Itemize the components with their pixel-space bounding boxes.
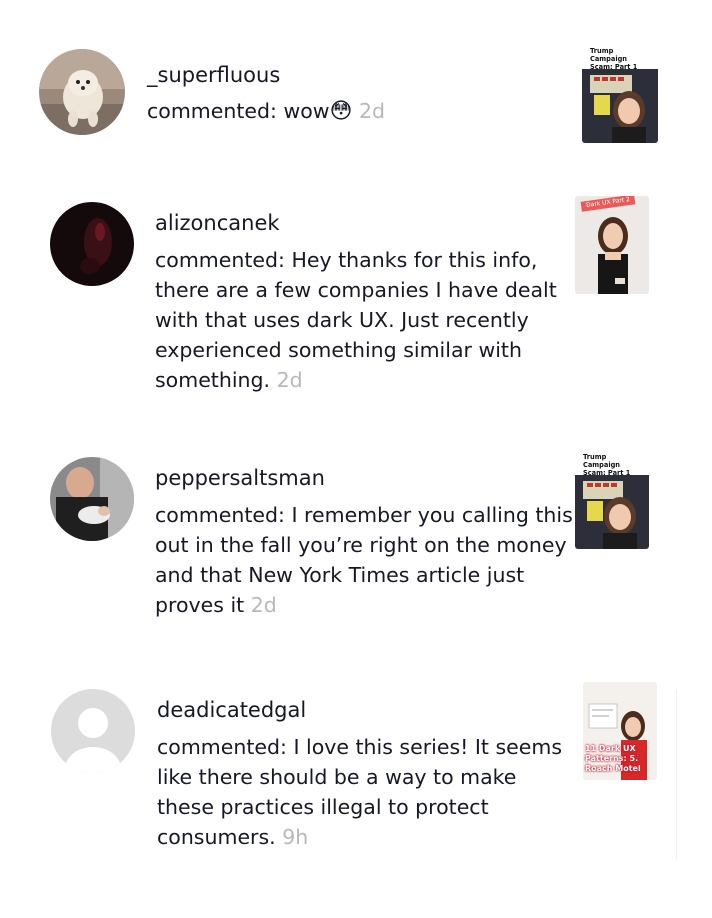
video-thumbnail[interactable]: Trump Campaign Scam: Part 1 — [575, 451, 649, 549]
comment-username[interactable]: peppersaltsman — [155, 465, 575, 491]
comment-body: wow — [283, 99, 330, 123]
comment-text: commented: I love this series! It seems … — [157, 732, 577, 852]
man-with-baby-avatar-icon — [50, 457, 134, 541]
default-user-avatar-icon — [51, 689, 135, 773]
avatar[interactable] — [50, 457, 134, 541]
comment-timestamp: 2d — [250, 593, 277, 617]
comment-timestamp: 9h — [282, 825, 309, 849]
comment-text: commented: Hey thanks for this info, the… — [155, 245, 575, 395]
thumbnail-caption: Trump Campaign Scam: Part 1 — [590, 47, 638, 71]
avatar[interactable] — [50, 202, 134, 286]
thumbnail-caption: Trump Campaign Scam: Part 1 — [583, 453, 631, 477]
comment-timestamp: 2d — [276, 368, 303, 392]
avatar[interactable] — [39, 49, 125, 135]
comment-username[interactable]: deadicatedgal — [157, 697, 577, 723]
comment-text: commented: wow😳 2d — [147, 96, 567, 127]
comment-prefix: commented: — [147, 99, 284, 123]
comment-prefix: commented: — [155, 503, 292, 527]
comment-username[interactable]: _superfluous — [147, 62, 567, 88]
comment-prefix: commented: — [157, 735, 294, 759]
dog-photo-avatar-icon — [39, 49, 125, 135]
comment-prefix: commented: — [155, 248, 292, 272]
video-thumbnail[interactable]: 11 Dark UX Patterns: 5. Roach Motel — [583, 682, 657, 780]
video-thumbnail[interactable]: Dark UX Part 2 — [575, 196, 649, 294]
dark-photo-avatar-icon — [50, 202, 134, 286]
avatar[interactable] — [51, 689, 135, 773]
flushed-face-emoji-icon: 😳 — [329, 99, 353, 124]
divider — [676, 690, 677, 860]
video-thumbnail[interactable]: Trump Campaign Scam: Part 1 — [582, 45, 658, 143]
comment-text: commented: I remember you calling this o… — [155, 500, 575, 620]
comment-username[interactable]: alizoncanek — [155, 210, 575, 236]
thumbnail-caption: 11 Dark UX Patterns: 5. Roach Motel — [585, 744, 641, 773]
comment-timestamp: 2d — [359, 99, 386, 123]
